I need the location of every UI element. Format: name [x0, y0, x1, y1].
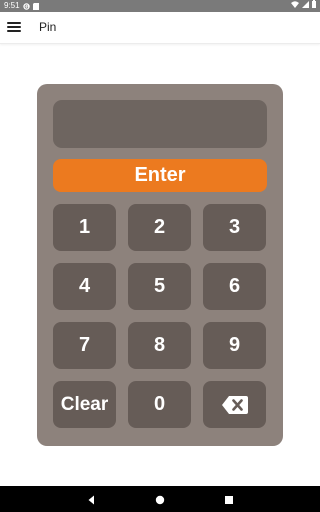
key-5-button[interactable]: 5: [128, 263, 191, 310]
key-3-button[interactable]: 3: [203, 204, 266, 251]
status-left: 9:51 G: [4, 0, 39, 12]
key-2-button[interactable]: 2: [128, 204, 191, 251]
enter-button[interactable]: Enter: [53, 159, 267, 192]
key-0-button[interactable]: 0: [128, 381, 191, 428]
recents-icon[interactable]: [223, 493, 235, 505]
hamburger-menu-icon[interactable]: [7, 20, 21, 34]
battery-icon: [312, 0, 316, 8]
backspace-button[interactable]: [203, 381, 266, 428]
page-title: Pin: [39, 20, 57, 34]
key-9-button[interactable]: 9: [203, 322, 266, 369]
wifi-icon: [291, 0, 299, 8]
key-7-button[interactable]: 7: [53, 322, 116, 369]
backspace-icon: [203, 381, 266, 428]
signal-icon: [302, 0, 309, 8]
pin-keypad: Enter 1 2 3 4 5 6 7 8 9 Clear 0: [37, 84, 283, 446]
back-icon[interactable]: [86, 493, 98, 505]
key-6-button[interactable]: 6: [203, 263, 266, 310]
sim-card-icon: [32, 2, 39, 10]
notification-g-icon: G: [22, 2, 30, 10]
status-right: [291, 0, 316, 8]
app-bar: Pin: [0, 12, 320, 44]
key-1-button[interactable]: 1: [53, 204, 116, 251]
navigation-bar: [0, 486, 320, 512]
pin-display: [53, 100, 267, 148]
key-8-button[interactable]: 8: [128, 322, 191, 369]
home-icon[interactable]: [154, 493, 166, 505]
status-bar: 9:51 G: [0, 0, 320, 12]
clear-button[interactable]: Clear: [53, 381, 116, 428]
key-4-button[interactable]: 4: [53, 263, 116, 310]
status-time: 9:51: [4, 1, 20, 10]
svg-text:G: G: [24, 4, 28, 10]
